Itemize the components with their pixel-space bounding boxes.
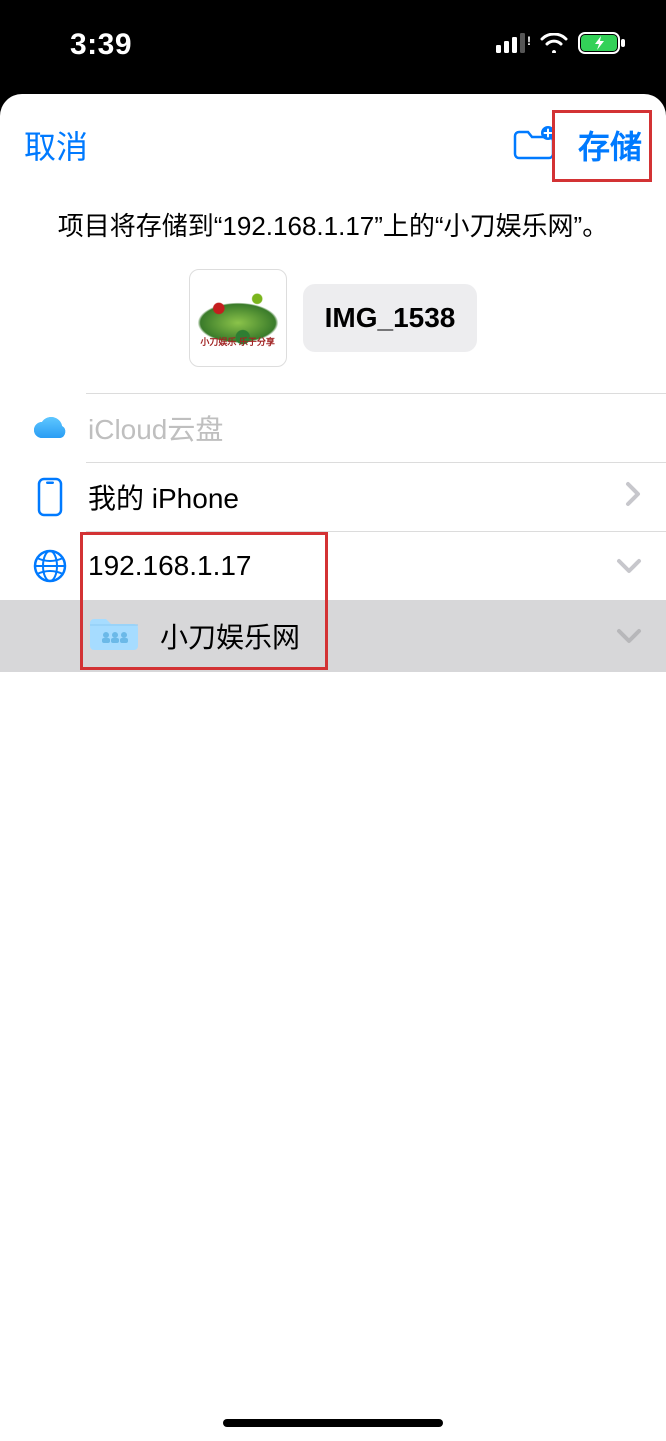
cancel-button[interactable]: 取消 [24,122,88,168]
chevron-down-icon [616,550,642,582]
iphone-icon [24,477,76,517]
location-icloud: iCloud云盘 [0,394,666,462]
save-destination-text: 项目将存储到“192.168.1.17”上的“小刀娱乐网”。 [20,206,646,243]
status-time: 3:39 [70,28,132,62]
file-preview: 小刀娱乐 乐于分享 IMG_1538 [0,263,666,393]
selected-folder-row[interactable]: 小刀娱乐网 [0,600,666,672]
svg-text:!: ! [527,34,530,48]
chevron-right-icon [624,481,642,514]
globe-icon [24,548,76,584]
home-indicator[interactable] [223,1419,443,1427]
file-thumbnail: 小刀娱乐 乐于分享 [189,269,287,367]
cloud-icon [24,414,76,442]
filename-input[interactable]: IMG_1538 [303,284,478,352]
shared-folder-icon [88,613,140,660]
selected-folder-label: 小刀娱乐网 [160,616,300,656]
location-my-iphone[interactable]: 我的 iPhone [0,463,666,531]
new-folder-icon[interactable] [512,126,556,165]
icloud-label: iCloud云盘 [88,408,642,448]
battery-charging-icon [578,32,626,59]
server-label: 192.168.1.17 [88,550,616,582]
wifi-icon [540,33,568,58]
save-sheet: 取消 存储 项目将存储到“192.168.1.17”上的“小刀娱乐网”。 小刀娱… [0,94,666,1441]
save-button[interactable]: 存储 [578,122,642,168]
nav-bar: 取消 存储 [0,94,666,188]
chevron-down-icon [616,620,642,652]
status-bar: 3:39 ! [0,0,666,90]
status-indicators: ! [496,32,626,59]
signal-icon: ! [496,33,530,58]
my-iphone-label: 我的 iPhone [88,477,624,517]
location-server[interactable]: 192.168.1.17 [0,532,666,600]
